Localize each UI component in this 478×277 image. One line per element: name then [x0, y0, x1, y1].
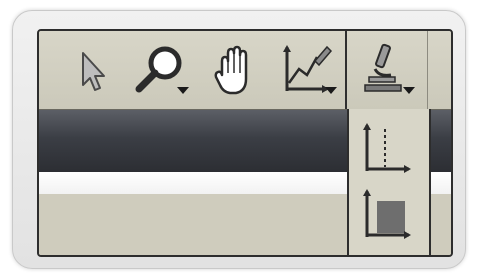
- axis-dashed-line-icon: [355, 119, 421, 181]
- chevron-down-icon[interactable]: [403, 87, 415, 95]
- toolbar-separator: [345, 31, 347, 109]
- toolbar-separator: [427, 31, 428, 109]
- measure-dropdown-menu: [347, 109, 431, 255]
- measure-tool-button[interactable]: [355, 39, 421, 103]
- axis-filled-area-icon: [355, 185, 421, 247]
- screenshot-frame: [12, 10, 466, 269]
- plot-tool-button[interactable]: [275, 39, 341, 103]
- pan-tool-button[interactable]: [209, 39, 257, 103]
- filled-area-measure-option[interactable]: [355, 185, 421, 247]
- chevron-down-icon[interactable]: [177, 87, 189, 95]
- hand-icon: [209, 39, 257, 103]
- zoom-tool-button[interactable]: [129, 39, 191, 103]
- arrow-pointer-icon: [73, 39, 113, 103]
- application-window: [37, 29, 453, 257]
- chevron-down-icon[interactable]: [325, 87, 337, 95]
- dashed-line-measure-option[interactable]: [355, 119, 421, 181]
- toolbar: [39, 31, 451, 110]
- select-tool-button[interactable]: [73, 39, 113, 103]
